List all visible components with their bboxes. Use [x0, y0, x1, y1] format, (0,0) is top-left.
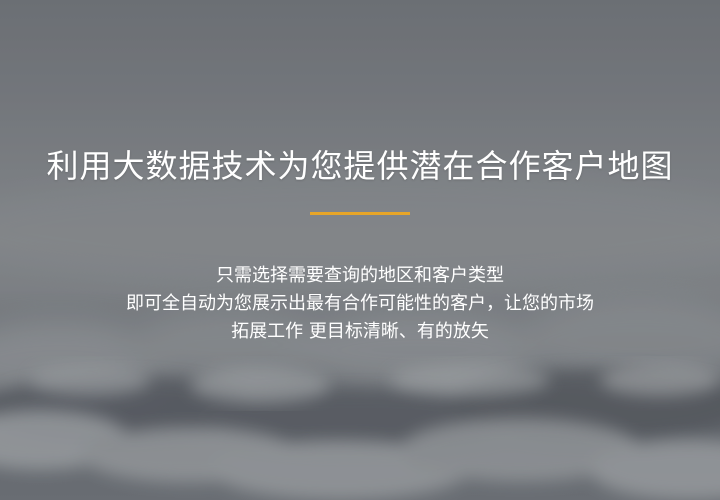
- hero-title: 利用大数据技术为您提供潜在合作客户地图: [46, 147, 674, 185]
- description-line-2: 即可全自动为您展示出最有合作可能性的客户，让您的市场: [126, 293, 594, 314]
- description-line-1: 只需选择需要查询的地区和客户类型: [216, 265, 504, 286]
- hero-section: 利用大数据技术为您提供潜在合作客户地图 只需选择需要查询的地区和客户类型 即可全…: [0, 0, 720, 500]
- hero-description: 只需选择需要查询的地区和客户类型 即可全自动为您展示出最有合作可能性的客户，让您…: [0, 262, 720, 346]
- hero-content: 利用大数据技术为您提供潜在合作客户地图 只需选择需要查询的地区和客户类型 即可全…: [0, 0, 720, 500]
- title-underline-divider: [310, 212, 410, 215]
- description-line-3: 拓展工作 更目标清晰、有的放矢: [231, 321, 489, 342]
